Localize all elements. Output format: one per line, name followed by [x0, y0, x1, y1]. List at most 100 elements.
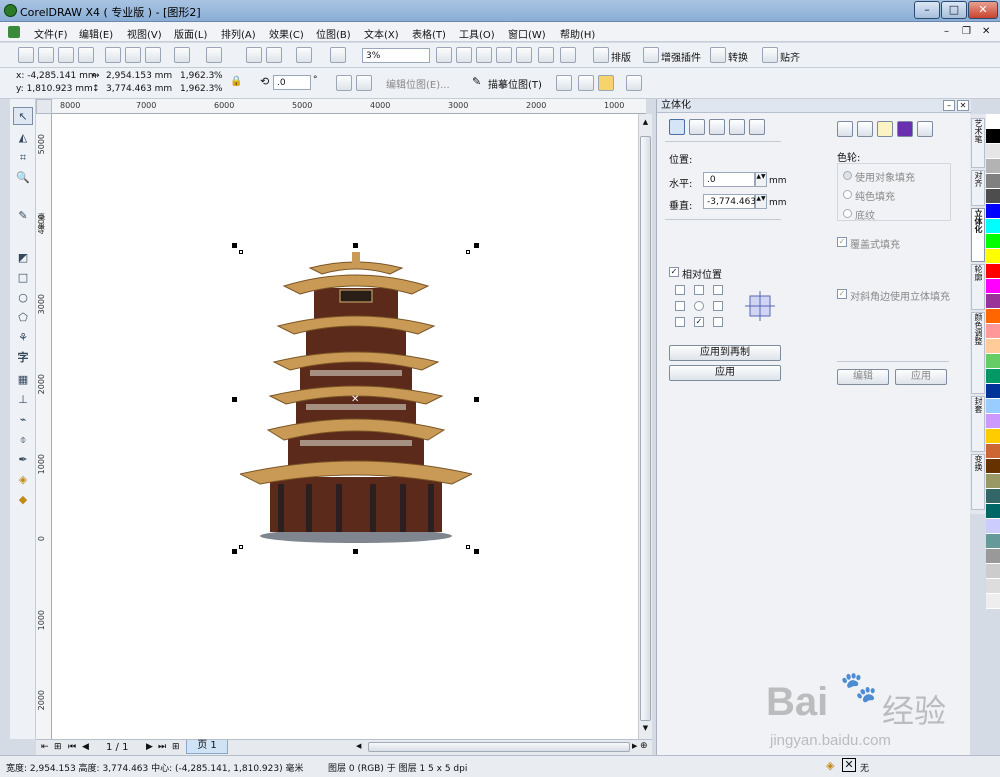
- selection-handle[interactable]: [232, 549, 237, 554]
- apply-to-duplicate-button[interactable]: 应用到再制: [669, 345, 781, 361]
- menu-table[interactable]: 表格(T): [412, 26, 446, 41]
- tab-envelope[interactable]: 封套: [971, 396, 985, 452]
- fill-tool-icon[interactable]: ◈: [13, 471, 33, 489]
- color-swatch[interactable]: [986, 189, 1000, 204]
- extrude-light-icon[interactable]: [877, 121, 893, 137]
- color-swatch[interactable]: [986, 459, 1000, 474]
- color-swatch[interactable]: [986, 294, 1000, 309]
- anchor-top-right[interactable]: [713, 285, 723, 295]
- tab-extrude[interactable]: 立体化: [971, 208, 985, 262]
- selection-handle[interactable]: [474, 549, 479, 554]
- vertical-input[interactable]: -3,774.463: [703, 194, 756, 209]
- minimize-button[interactable]: –: [914, 1, 940, 19]
- color-swatch[interactable]: [986, 249, 1000, 264]
- selection-handle[interactable]: [474, 397, 479, 402]
- color-swatch[interactable]: [986, 474, 1000, 489]
- convert-button[interactable]: 转换: [728, 49, 748, 64]
- extrude-lighting-icon[interactable]: [709, 119, 725, 135]
- cut-icon[interactable]: [105, 47, 121, 63]
- vertical-scroll-thumb[interactable]: [640, 136, 651, 721]
- anchor-top-left[interactable]: [675, 285, 685, 295]
- selection-handle[interactable]: [353, 549, 358, 554]
- color-swatch[interactable]: [986, 594, 1000, 609]
- pick-tool-icon[interactable]: ↖: [13, 107, 33, 125]
- height-field[interactable]: 3,774.463 mm: [106, 84, 172, 94]
- scroll-up-icon[interactable]: ▲: [640, 118, 651, 128]
- anchor-middle-right[interactable]: [713, 301, 723, 311]
- anchor-center[interactable]: [694, 301, 704, 311]
- y-position-field[interactable]: y: 1,810.923 mm: [16, 84, 93, 94]
- docker-minimize-icon[interactable]: –: [943, 100, 955, 111]
- zoom-in-icon[interactable]: [436, 47, 452, 63]
- menu-arrange[interactable]: 排列(A): [221, 26, 256, 41]
- node-handle[interactable]: [466, 545, 470, 549]
- scroll-down-icon[interactable]: ▼: [640, 724, 651, 734]
- extrude-rotate-icon[interactable]: [857, 121, 873, 137]
- extrude-rotation-icon[interactable]: [689, 119, 705, 135]
- edit-bitmap-button[interactable]: 编辑位图(E)...: [386, 76, 450, 91]
- vertical-spinner-icon[interactable]: ▲▼: [755, 194, 767, 209]
- freehand-tool-icon[interactable]: ✎: [13, 207, 33, 225]
- new-icon[interactable]: [18, 47, 34, 63]
- color-swatch[interactable]: [986, 129, 1000, 144]
- menu-bitmaps[interactable]: 位图(B): [316, 26, 351, 41]
- color-swatch[interactable]: [986, 279, 1000, 294]
- color-swatch[interactable]: [986, 579, 1000, 594]
- tab-transform[interactable]: 变换: [971, 454, 985, 510]
- polygon-tool-icon[interactable]: ⬠: [13, 309, 33, 327]
- zoom-all-icon[interactable]: [496, 47, 512, 63]
- scroll-right-icon[interactable]: ▶: [632, 742, 637, 750]
- menu-text[interactable]: 文本(X): [364, 26, 399, 41]
- docker-close-icon[interactable]: ✕: [957, 100, 969, 111]
- color-swatch[interactable]: [986, 564, 1000, 579]
- prev-page-icon[interactable]: ◀: [82, 742, 89, 752]
- node-handle[interactable]: [239, 545, 243, 549]
- color-swatch[interactable]: [986, 534, 1000, 549]
- color-swatch[interactable]: [986, 144, 1000, 159]
- interactive-fill-icon[interactable]: ◆: [13, 491, 33, 509]
- document-icon[interactable]: [8, 26, 20, 38]
- first-page-nav-icon[interactable]: ⏮: [68, 742, 76, 752]
- menu-window[interactable]: 窗口(W): [508, 26, 546, 41]
- first-page-icon[interactable]: ⇤: [41, 742, 49, 752]
- anchor-bottom-right[interactable]: [713, 317, 723, 327]
- extrude-color-mode-icon[interactable]: [897, 121, 913, 137]
- doc-restore-icon[interactable]: ❐: [962, 26, 971, 37]
- close-button[interactable]: ✕: [968, 1, 998, 19]
- crop-tool-icon[interactable]: ⌗: [13, 149, 33, 167]
- import-icon[interactable]: [246, 47, 262, 63]
- interactive-blend-icon[interactable]: ⌁: [13, 411, 33, 429]
- bevel-fill-checkbox[interactable]: ✓: [837, 289, 847, 299]
- color-swatch[interactable]: [986, 309, 1000, 324]
- zoom-navigator-icon[interactable]: ⊕: [640, 741, 648, 751]
- color-swatch[interactable]: [986, 339, 1000, 354]
- print-icon[interactable]: [78, 47, 94, 63]
- zoom-level-select[interactable]: 3%: [362, 48, 430, 63]
- menu-effects[interactable]: 效果(C): [269, 26, 304, 41]
- extrude-bevel-mode-icon[interactable]: [917, 121, 933, 137]
- apply-secondary-button[interactable]: 应用: [895, 369, 947, 385]
- selection-handle[interactable]: [474, 243, 479, 248]
- color-swatch[interactable]: [986, 114, 1000, 129]
- outline-pen-icon[interactable]: ✒: [13, 451, 33, 469]
- wrap-text-icon[interactable]: [578, 75, 594, 91]
- convert-icon[interactable]: [710, 47, 726, 63]
- zoom-page-icon[interactable]: [516, 47, 532, 63]
- outline-icon[interactable]: [626, 75, 642, 91]
- rectangle-tool-icon[interactable]: □: [13, 269, 33, 287]
- zoom-height-icon[interactable]: [560, 47, 576, 63]
- horizontal-scroll-thumb[interactable]: [368, 742, 630, 752]
- edit-button[interactable]: 编辑: [837, 369, 889, 385]
- color-swatch[interactable]: [986, 204, 1000, 219]
- color-swatch[interactable]: [986, 384, 1000, 399]
- vertical-scrollbar[interactable]: ▲ ▼: [638, 114, 652, 739]
- eyedropper-icon[interactable]: ⌽: [13, 431, 33, 449]
- color-swatch[interactable]: [986, 414, 1000, 429]
- page-tab-1[interactable]: 页 1: [186, 740, 228, 754]
- color-swatch[interactable]: [986, 264, 1000, 279]
- color-swatch[interactable]: [986, 324, 1000, 339]
- node-handle[interactable]: [466, 250, 470, 254]
- mirror-vertical-icon[interactable]: [356, 75, 372, 91]
- selection-handle[interactable]: [353, 243, 358, 248]
- radio-shade[interactable]: [843, 209, 852, 218]
